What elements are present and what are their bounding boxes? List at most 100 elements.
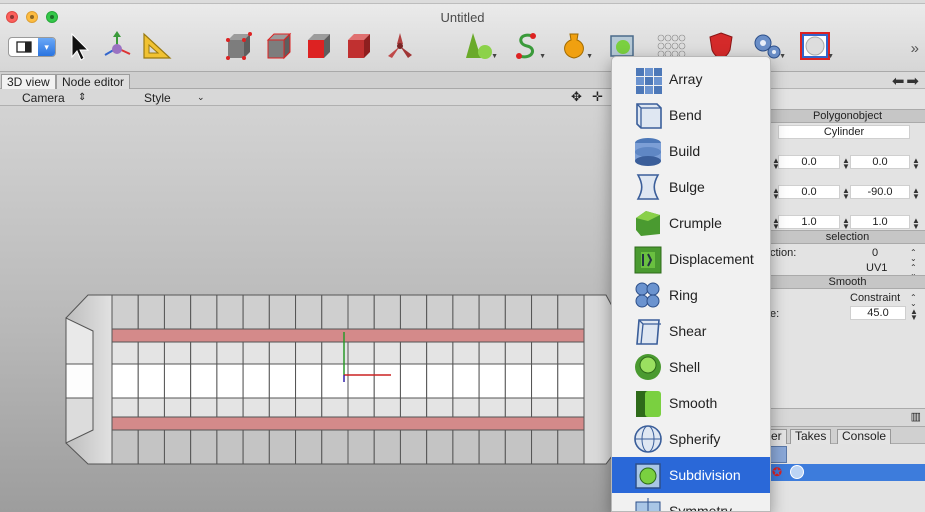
menu-item-label: Subdivision xyxy=(669,467,741,483)
scale-y-field[interactable]: 1.0 xyxy=(778,215,840,229)
menu-item-shell[interactable]: Shell xyxy=(612,349,770,385)
viewport-3d[interactable] xyxy=(0,106,612,512)
rot-y-field[interactable]: 0.0 xyxy=(778,185,840,199)
menu-item-bend[interactable]: Bend xyxy=(612,97,770,133)
bottom-tabbar: er Takes Console xyxy=(766,426,925,444)
stepper-icon[interactable]: ▲ ▼ xyxy=(912,217,920,231)
bulge-icon xyxy=(631,170,665,204)
orbit-icon[interactable]: ✥ xyxy=(571,89,582,105)
cylinder-mesh xyxy=(65,294,612,465)
transform-gizmo-icon xyxy=(104,31,131,56)
spline-button[interactable]: ▼ xyxy=(510,28,546,64)
tab-console[interactable]: Console xyxy=(837,429,892,444)
editor-tabbar: 3D view Node editor xyxy=(0,72,612,89)
bar-chart-icon[interactable]: ▥ xyxy=(911,410,921,423)
menu-item-ring[interactable]: Ring xyxy=(612,277,770,313)
constraint-select[interactable]: Constraint xyxy=(850,292,900,304)
cube-edges-icon xyxy=(266,32,292,60)
layout-icon xyxy=(9,38,38,56)
menu-item-label: Build xyxy=(669,143,701,159)
pos-z-field[interactable]: 0.0 xyxy=(850,155,910,169)
object-row-selected[interactable]: ✪ xyxy=(770,464,925,481)
window-title: Untitled xyxy=(440,10,485,25)
subdivision-icon xyxy=(631,458,665,492)
stepper-icon[interactable]: ▲ ▼ xyxy=(842,187,850,201)
camera-menu[interactable]: Camera xyxy=(22,91,65,105)
chevron-down-icon: ▼ xyxy=(491,53,498,60)
cube-vertices-icon xyxy=(226,32,252,60)
menu-item-label: Array xyxy=(669,71,703,87)
uv-select[interactable]: UV1 xyxy=(866,262,887,274)
pan-icon[interactable]: ✛ xyxy=(592,89,603,105)
object-mode-button[interactable] xyxy=(341,28,375,64)
nurbs-button[interactable]: ▼ xyxy=(557,28,593,64)
pos-y-field[interactable]: 0.0 xyxy=(778,155,840,169)
shell-icon xyxy=(631,350,665,384)
vertex-mode-button[interactable] xyxy=(221,28,255,64)
transform-tool-button[interactable] xyxy=(100,28,134,64)
stepper-icon[interactable]: ▲ ▼ xyxy=(910,308,918,322)
tab-node-editor[interactable]: Node editor xyxy=(56,74,131,89)
menu-item-bulge[interactable]: Bulge xyxy=(612,169,770,205)
measure-tool-button[interactable] xyxy=(140,28,174,64)
ring-icon xyxy=(631,278,665,312)
spherify-icon xyxy=(631,422,665,456)
primitives-button[interactable]: ▼ xyxy=(462,28,498,64)
material-tag-icon xyxy=(790,465,804,479)
menu-item-label: Bend xyxy=(669,107,702,123)
toolbar-overflow-button[interactable]: » xyxy=(911,40,919,57)
stepper-icon[interactable]: ▲ ▼ xyxy=(842,157,850,171)
axis-tripod-icon xyxy=(388,33,412,58)
menu-item-build[interactable]: Build xyxy=(612,133,770,169)
move-tool-button[interactable] xyxy=(62,28,96,64)
menu-item-spherify[interactable]: Spherify xyxy=(612,421,770,457)
face-mode-button[interactable] xyxy=(301,28,335,64)
stepper-icon[interactable]: ▲ ▼ xyxy=(842,217,850,231)
chevron-down-icon: ▼ xyxy=(779,53,786,60)
properties-panel: ⬅➡ Polygonobject Cylinder ▲ ▼ 0.0 ▲ ▼ 0.0 … xyxy=(766,72,925,512)
object-name-field[interactable]: Cylinder xyxy=(778,125,910,139)
cube-object-icon xyxy=(348,34,370,58)
stepper-icon[interactable]: ▲ ▼ xyxy=(912,187,920,201)
title-bar: Untitled ▾ ▼ ▼ ▼ ▼ ▼ » xyxy=(0,0,925,72)
menu-item-symmetry[interactable]: Symmetry xyxy=(612,493,770,511)
selection-label: ction: xyxy=(770,247,797,259)
menu-item-crumple[interactable]: Crumple xyxy=(612,205,770,241)
angle-field[interactable]: 45.0 xyxy=(850,306,906,320)
stepper-icon[interactable]: ▲ ▼ xyxy=(912,157,920,171)
chevron-down-icon[interactable]: ⌄ xyxy=(197,92,205,103)
back-forward-arrows-icon[interactable]: ⬅➡ xyxy=(892,72,921,90)
menu-strip xyxy=(0,0,925,4)
scale-z-field[interactable]: 1.0 xyxy=(850,215,910,229)
shear-icon xyxy=(631,314,665,348)
ruler-triangle-icon xyxy=(143,32,172,59)
build-icon xyxy=(631,134,665,168)
menu-item-shear[interactable]: Shear xyxy=(612,313,770,349)
menu-item-label: Shear xyxy=(669,323,707,339)
menu-item-smooth[interactable]: Smooth xyxy=(612,385,770,421)
objects-toolbar: ▥ xyxy=(770,408,925,426)
deformer-menu: Array Bend Build Bulge Crumple Displacement Ri… xyxy=(611,56,771,512)
stepper-icon[interactable]: ⌃ ⌄ xyxy=(910,249,917,263)
view-layout-select[interactable]: ▾ xyxy=(8,37,56,57)
menu-item-subdivision[interactable]: Subdivision xyxy=(612,457,770,493)
selection-value[interactable]: 0 xyxy=(872,247,878,259)
axis-mode-button[interactable] xyxy=(383,28,417,64)
tab-3d-view[interactable]: 3D view xyxy=(1,74,56,89)
menu-item-label: Displacement xyxy=(669,251,754,267)
rot-z-field[interactable]: -90.0 xyxy=(850,185,910,199)
polygonobject-header: Polygonobject xyxy=(770,109,925,123)
object-icon xyxy=(770,446,787,463)
stepper-icon[interactable]: ⌃ ⌄ xyxy=(910,294,917,308)
menu-item-label: Ring xyxy=(669,287,698,303)
menu-item-displacement[interactable]: Displacement xyxy=(612,241,770,277)
chevron-down-icon: ▼ xyxy=(586,53,593,60)
deformer-tag-icon: ✪ xyxy=(772,465,783,479)
camera-stepper-icon[interactable]: ⇕ xyxy=(78,92,86,103)
tab-takes[interactable]: Takes xyxy=(790,429,832,444)
menu-item-array[interactable]: Array xyxy=(612,61,770,97)
render-button[interactable]: ▼ xyxy=(798,28,834,64)
menu-item-label: Smooth xyxy=(669,395,718,411)
edge-mode-button[interactable] xyxy=(261,28,295,64)
style-menu[interactable]: Style xyxy=(144,91,171,105)
